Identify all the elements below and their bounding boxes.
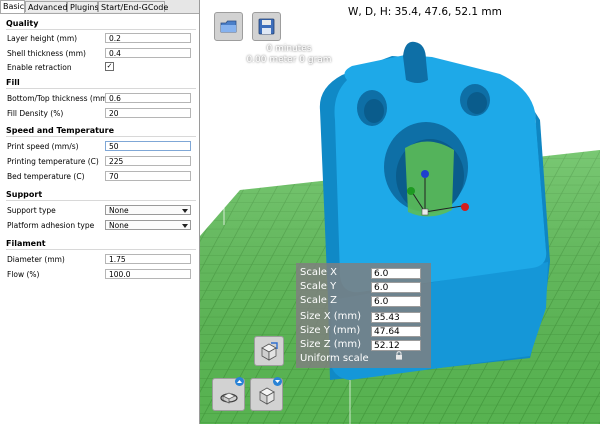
size-z-input[interactable]: 52.12 (371, 340, 421, 351)
scale-tool-button[interactable] (254, 336, 284, 366)
support-type-label: Support type (7, 206, 56, 215)
rotate-tool-button[interactable] (212, 377, 245, 411)
fill-density-input[interactable]: 20 (105, 108, 191, 118)
bottom-top-thickness-input[interactable]: 0.6 (105, 93, 191, 103)
tab-advanced[interactable]: Advanced (25, 1, 68, 12)
rotate-icon (220, 392, 238, 404)
layer-height-label: Layer height (mm) (7, 34, 78, 43)
fill-density-label: Fill Density (%) (7, 109, 64, 118)
filament-usage: 0.00 meter 0 gram (246, 55, 332, 65)
settings-panel: Basic Advanced Plugins Start/End-GCode Q… (0, 0, 200, 424)
platform-adhesion-value: None (109, 221, 129, 230)
bed-temperature-input[interactable]: 70 (105, 171, 191, 181)
print-speed-input[interactable]: 50 (105, 141, 191, 151)
model-dimensions: W, D, H: 35.4, 47.6, 52.1 mm (348, 6, 502, 18)
scale-z-label: Scale Z (300, 295, 337, 306)
section-divider (6, 136, 196, 137)
scale-y-label: Scale Y (300, 281, 337, 292)
axis-y-handle[interactable] (407, 187, 415, 195)
view-mode-cube-icon (259, 387, 275, 405)
print-speed-label: Print speed (mm/s) (7, 142, 79, 151)
tab-basic[interactable]: Basic (0, 0, 25, 13)
folder-icon (220, 20, 237, 33)
section-divider (6, 29, 196, 30)
size-y-label: Size Y (mm) (300, 325, 361, 336)
size-z-label: Size Z (mm) (300, 339, 362, 350)
chevron-up-icon (235, 377, 244, 386)
enable-retraction-label: Enable retraction (7, 63, 72, 72)
save-gcode-button[interactable] (252, 12, 281, 41)
layer-height-input[interactable]: 0.2 (105, 33, 191, 43)
scale-cube-icon (261, 342, 278, 361)
settings-tabs: Basic Advanced Plugins Start/End-GCode (0, 0, 199, 14)
uniform-scale-label: Uniform scale (300, 353, 369, 364)
view-mode-button[interactable] (250, 377, 283, 411)
print-time: 0 minutes (266, 44, 312, 54)
section-divider (6, 200, 196, 201)
bed-temperature-label: Bed temperature (C) (7, 172, 85, 181)
platform-adhesion-label: Platform adhesion type (7, 221, 95, 230)
section-filament: Filament (6, 239, 46, 248)
support-type-value: None (109, 206, 129, 215)
section-quality: Quality (6, 19, 39, 28)
shell-thickness-input[interactable]: 0.4 (105, 48, 191, 58)
scale-z-input[interactable]: 6.0 (371, 296, 421, 307)
diameter-label: Diameter (mm) (7, 255, 65, 264)
platform-adhesion-select[interactable]: None (105, 220, 191, 230)
scale-y-input[interactable]: 6.0 (371, 282, 421, 293)
tab-plugins[interactable]: Plugins (67, 1, 99, 12)
size-x-label: Size X (mm) (300, 311, 362, 322)
scale-x-input[interactable]: 6.0 (371, 268, 421, 279)
chevron-down-icon (182, 224, 188, 228)
section-divider (6, 249, 196, 250)
size-x-input[interactable]: 35.43 (371, 312, 421, 323)
size-y-input[interactable]: 47.64 (371, 326, 421, 337)
section-divider (6, 88, 196, 89)
axis-z-handle[interactable] (421, 170, 429, 178)
shell-thickness-label: Shell thickness (mm) (7, 49, 86, 58)
enable-retraction-checkbox[interactable]: ✓ (105, 62, 114, 71)
viewport-3d[interactable]: W, D, H: 35.4, 47.6, 52.1 mm 0 minutes 0… (200, 0, 600, 424)
print-estimate: 0 minutes 0.00 meter 0 gram (214, 44, 364, 66)
section-speed-temperature: Speed and Temperature (6, 126, 114, 135)
section-support: Support (6, 190, 43, 199)
tab-start-end-gcode[interactable]: Start/End-GCode (98, 1, 168, 12)
lock-icon[interactable] (395, 351, 403, 360)
flow-input[interactable]: 100.0 (105, 269, 191, 279)
scale-x-label: Scale X (300, 267, 337, 278)
printing-temperature-input[interactable]: 225 (105, 156, 191, 166)
section-fill: Fill (6, 78, 20, 87)
chevron-down-icon (273, 377, 282, 386)
axis-x-handle[interactable] (461, 203, 469, 211)
scale-panel: Scale X 6.0 Scale Y 6.0 Scale Z 6.0 Size… (296, 263, 431, 368)
diameter-input[interactable]: 1.75 (105, 254, 191, 264)
printing-temperature-label: Printing temperature (C) (7, 157, 99, 166)
flow-label: Flow (%) (7, 270, 40, 279)
chevron-down-icon (182, 209, 188, 213)
save-disk-icon (258, 18, 275, 35)
bottom-top-thickness-label: Bottom/Top thickness (mm) (7, 94, 111, 103)
support-type-select[interactable]: None (105, 205, 191, 215)
load-model-button[interactable] (214, 12, 243, 41)
